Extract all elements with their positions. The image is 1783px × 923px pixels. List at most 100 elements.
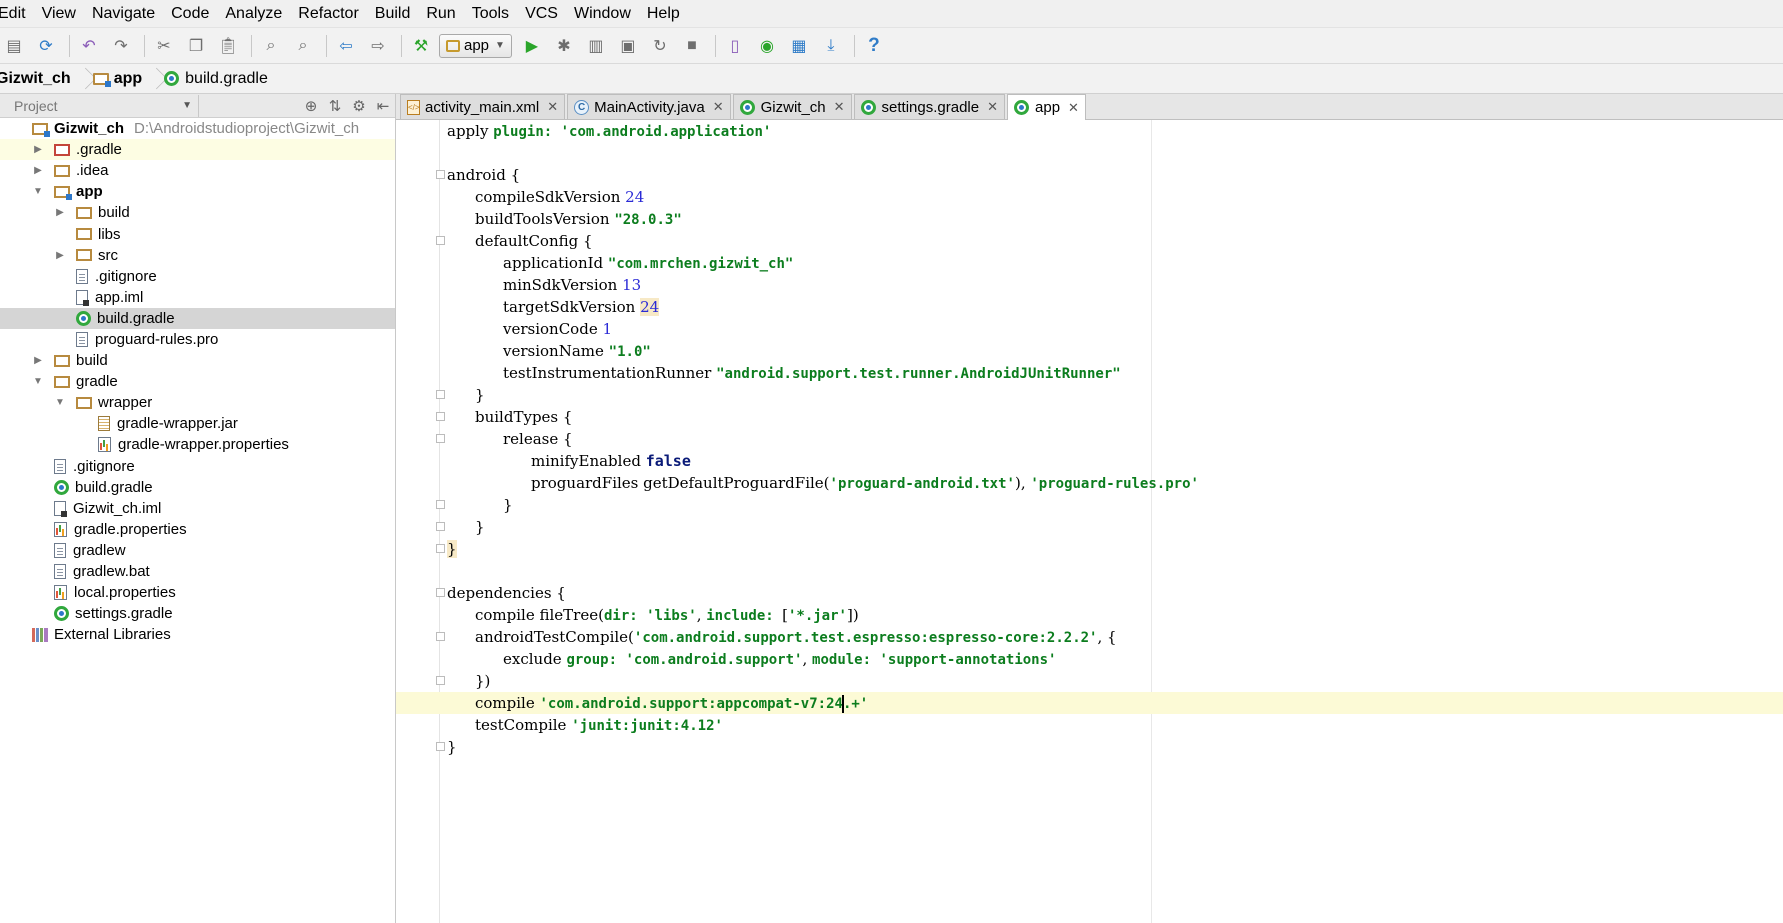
run-configuration-select[interactable]: app ▼ bbox=[439, 33, 512, 58]
code-line[interactable]: applicationId "com.mrchen.gizwit_ch" bbox=[447, 252, 1777, 274]
menu-build[interactable]: Build bbox=[375, 5, 419, 23]
find-icon[interactable]: ⌕ bbox=[257, 32, 285, 60]
collapse-all-icon[interactable]: ⇅ bbox=[323, 97, 347, 115]
fold-marker-icon[interactable] bbox=[436, 676, 445, 685]
replace-icon[interactable]: ⌕ bbox=[289, 32, 317, 60]
fold-marker-icon[interactable] bbox=[436, 742, 445, 751]
code-line[interactable]: testInstrumentationRunner "android.suppo… bbox=[447, 362, 1777, 384]
tree-item[interactable]: app.iml bbox=[0, 287, 395, 308]
fold-marker-icon[interactable] bbox=[436, 588, 445, 597]
tab-activity-main-xml[interactable]: </> activity_main.xml ✕ bbox=[400, 94, 566, 119]
tree-item[interactable]: ▶ src bbox=[0, 245, 395, 266]
close-icon[interactable]: ✕ bbox=[547, 99, 558, 115]
hide-panel-icon[interactable]: ⇤ bbox=[371, 97, 395, 115]
tree-item[interactable]: gradlew bbox=[0, 540, 395, 561]
sdk-manager-icon[interactable]: ⤓ bbox=[817, 32, 845, 60]
code-line[interactable]: } bbox=[447, 384, 1777, 406]
avd-manager-icon[interactable]: ▯ bbox=[721, 32, 749, 60]
tree-item[interactable]: Gizwit_ch D:\Androidstudioproject\Gizwit_… bbox=[0, 118, 395, 139]
code-line[interactable]: compile fileTree(dir: 'libs', include: [… bbox=[447, 604, 1777, 626]
menu-refactor[interactable]: Refactor bbox=[298, 5, 366, 23]
tree-item[interactable]: gradle-wrapper.jar bbox=[0, 413, 395, 434]
expand-right-icon[interactable]: ▶ bbox=[54, 250, 66, 261]
code-line[interactable]: defaultConfig { bbox=[447, 230, 1777, 252]
breadcrumb-module[interactable]: app bbox=[87, 64, 148, 94]
expand-right-icon[interactable]: ▶ bbox=[32, 165, 44, 176]
tree-item[interactable]: libs bbox=[0, 223, 395, 244]
menu-analyze[interactable]: Analyze bbox=[225, 5, 290, 23]
fold-marker-icon[interactable] bbox=[436, 236, 445, 245]
code-line[interactable]: buildTypes { bbox=[447, 406, 1777, 428]
paste-icon[interactable]: 📋︎ bbox=[214, 32, 242, 60]
tree-item[interactable]: settings.gradle bbox=[0, 603, 395, 624]
tree-item[interactable]: build.gradle bbox=[0, 307, 395, 329]
menu-code[interactable]: Code bbox=[171, 5, 217, 23]
close-icon[interactable]: ✕ bbox=[987, 99, 998, 115]
undo-icon[interactable]: ↶ bbox=[75, 32, 103, 60]
tree-item[interactable]: gradle.properties bbox=[0, 519, 395, 540]
tree-item[interactable]: build.gradle bbox=[0, 477, 395, 498]
editor-gutter[interactable] bbox=[396, 120, 445, 923]
fold-marker-icon[interactable] bbox=[436, 390, 445, 399]
code-line[interactable]: versionName "1.0" bbox=[447, 340, 1777, 362]
close-icon[interactable]: ✕ bbox=[713, 99, 724, 115]
code-line[interactable]: exclude group: 'com.android.support', mo… bbox=[447, 648, 1777, 670]
fold-marker-icon[interactable] bbox=[436, 522, 445, 531]
tree-item[interactable]: local.properties bbox=[0, 582, 395, 603]
tree-item[interactable]: ▶ build bbox=[0, 202, 395, 223]
help-icon[interactable]: ? bbox=[860, 32, 888, 60]
run-icon[interactable]: ▶ bbox=[518, 32, 546, 60]
code-line[interactable]: compileSdkVersion 24 bbox=[447, 186, 1777, 208]
code-line[interactable]: compile 'com.android.support:appcompat-v… bbox=[396, 692, 1783, 714]
stop-icon[interactable]: ■ bbox=[678, 32, 706, 60]
fold-marker-icon[interactable] bbox=[436, 500, 445, 509]
fold-marker-icon[interactable] bbox=[436, 412, 445, 421]
code-line[interactable]: } bbox=[447, 516, 1777, 538]
attach-debugger-icon[interactable]: ▣ bbox=[614, 32, 642, 60]
tree-item[interactable]: .gitignore bbox=[0, 456, 395, 477]
tree-item[interactable]: ▶ .gradle bbox=[0, 139, 395, 161]
apply-changes-icon[interactable]: ↻ bbox=[646, 32, 674, 60]
code-line[interactable]: versionCode 1 bbox=[447, 318, 1777, 340]
expand-right-icon[interactable]: ▶ bbox=[32, 355, 44, 366]
expand-down-icon[interactable]: ▼ bbox=[32, 376, 44, 387]
code-line[interactable]: targetSdkVersion 24 bbox=[447, 296, 1777, 318]
tree-item[interactable]: ▼ app bbox=[0, 181, 395, 202]
expand-right-icon[interactable]: ▶ bbox=[32, 144, 44, 155]
code-editor[interactable]: apply plugin: 'com.android.application' a… bbox=[396, 120, 1783, 923]
tree-item[interactable]: ▶ .idea bbox=[0, 160, 395, 181]
tab-settings-gradle[interactable]: settings.gradle ✕ bbox=[853, 94, 1006, 119]
tree-item[interactable]: proguard-rules.pro bbox=[0, 329, 395, 350]
expand-down-icon[interactable]: ▼ bbox=[32, 186, 44, 197]
project-view-select[interactable]: Project ▼ bbox=[0, 94, 199, 117]
code-line[interactable]: testCompile 'junit:junit:4.12' bbox=[447, 714, 1777, 736]
coverage-icon[interactable]: ▥ bbox=[582, 32, 610, 60]
tree-item[interactable]: ▼ gradle bbox=[0, 371, 395, 392]
redo-icon[interactable]: ↷ bbox=[107, 32, 135, 60]
gear-icon[interactable]: ⚙ bbox=[347, 97, 371, 115]
code-line[interactable]: dependencies { bbox=[447, 582, 1777, 604]
fold-marker-icon[interactable] bbox=[436, 632, 445, 641]
breadcrumb-file[interactable]: build.gradle bbox=[158, 64, 274, 94]
menu-edit[interactable]: Edit bbox=[0, 5, 34, 23]
menu-navigate[interactable]: Navigate bbox=[92, 5, 163, 23]
code-line[interactable]: } bbox=[447, 494, 1777, 516]
tree-item[interactable]: Gizwit_ch.iml bbox=[0, 498, 395, 519]
tree-item[interactable]: External Libraries bbox=[0, 624, 395, 645]
save-all-icon[interactable]: ▤ bbox=[0, 32, 28, 60]
menu-vcs[interactable]: VCS bbox=[525, 5, 566, 23]
code-line[interactable]: release { bbox=[447, 428, 1777, 450]
code-line[interactable]: androidTestCompile('com.android.support.… bbox=[447, 626, 1777, 648]
code-line[interactable]: apply plugin: 'com.android.application' bbox=[447, 120, 1777, 142]
code-area[interactable]: apply plugin: 'com.android.application' a… bbox=[396, 120, 1783, 758]
code-line[interactable]: }) bbox=[447, 670, 1777, 692]
close-icon[interactable]: ✕ bbox=[834, 99, 845, 115]
breadcrumb-project[interactable]: Gizwit_ch bbox=[0, 64, 77, 94]
code-line[interactable] bbox=[447, 560, 1777, 582]
menu-window[interactable]: Window bbox=[574, 5, 639, 23]
code-line[interactable]: minifyEnabled false bbox=[447, 450, 1777, 472]
expand-right-icon[interactable]: ▶ bbox=[54, 207, 66, 218]
make-project-icon[interactable]: ⚒ bbox=[407, 32, 435, 60]
copy-icon[interactable]: ❐ bbox=[182, 32, 210, 60]
tab-app[interactable]: app ✕ bbox=[1007, 94, 1086, 120]
